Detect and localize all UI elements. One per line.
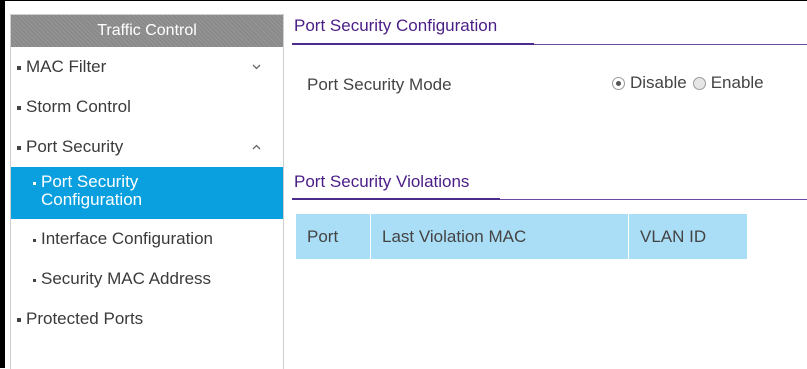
bullet-icon (17, 318, 21, 322)
section-divider (534, 44, 807, 45)
bullet-icon (17, 146, 21, 150)
sidebar-item-label: Security MAC Address (41, 269, 212, 288)
window-left-border (0, 0, 5, 368)
section-underline (292, 43, 534, 45)
bullet-icon (33, 182, 36, 185)
disable-radio-label[interactable]: Disable (630, 73, 687, 93)
chevron-up-icon[interactable] (252, 127, 261, 167)
sidebar-item-label: Port Security (26, 137, 124, 156)
sidebar-item-label: Port Security Configuration (41, 172, 143, 209)
sidebar-item-label: MAC Filter (26, 57, 107, 76)
sidebar-item-label: Protected Ports (26, 309, 144, 328)
bullet-icon (17, 66, 21, 70)
sidebar-item-security-mac-address[interactable]: Security MAC Address (11, 259, 283, 299)
window-top-border (0, 0, 807, 1)
bullet-icon (33, 278, 36, 282)
column-header-port[interactable]: Port (296, 214, 371, 259)
port-security-mode-radio-group: Disable Enable (612, 73, 770, 93)
enable-radio-label[interactable]: Enable (711, 73, 764, 93)
port-security-mode-label: Port Security Mode (307, 75, 452, 94)
bullet-icon (33, 238, 36, 242)
section-divider (500, 199, 807, 200)
sidebar: Traffic Control MAC Filter Storm Control… (10, 14, 284, 369)
section-title-configuration: Port Security Configuration (294, 16, 498, 35)
sidebar-item-mac-filter[interactable]: MAC Filter (11, 47, 283, 87)
sidebar-item-protected-ports[interactable]: Protected Ports (11, 299, 283, 339)
enable-radio[interactable] (692, 76, 706, 90)
section-title-violations: Port Security Violations (294, 172, 470, 191)
sidebar-item-interface-configuration[interactable]: Interface Configuration (11, 219, 283, 259)
sidebar-header: Traffic Control (11, 15, 283, 47)
column-header-last-violation-mac[interactable]: Last Violation MAC (371, 214, 629, 259)
sidebar-item-storm-control[interactable]: Storm Control (11, 87, 283, 127)
column-header-vlan-id[interactable]: VLAN ID (629, 214, 747, 259)
violations-table-header: Port Last Violation MAC VLAN ID (296, 214, 747, 259)
sidebar-item-port-security-configuration[interactable]: Port Security Configuration (11, 167, 283, 219)
sidebar-item-port-security[interactable]: Port Security (11, 127, 283, 167)
sidebar-item-label: Storm Control (26, 97, 131, 116)
section-underline (292, 198, 500, 200)
chevron-down-icon[interactable] (252, 47, 261, 87)
bullet-icon (17, 106, 21, 110)
sidebar-item-label: Interface Configuration (41, 229, 213, 248)
disable-radio[interactable] (612, 76, 625, 90)
